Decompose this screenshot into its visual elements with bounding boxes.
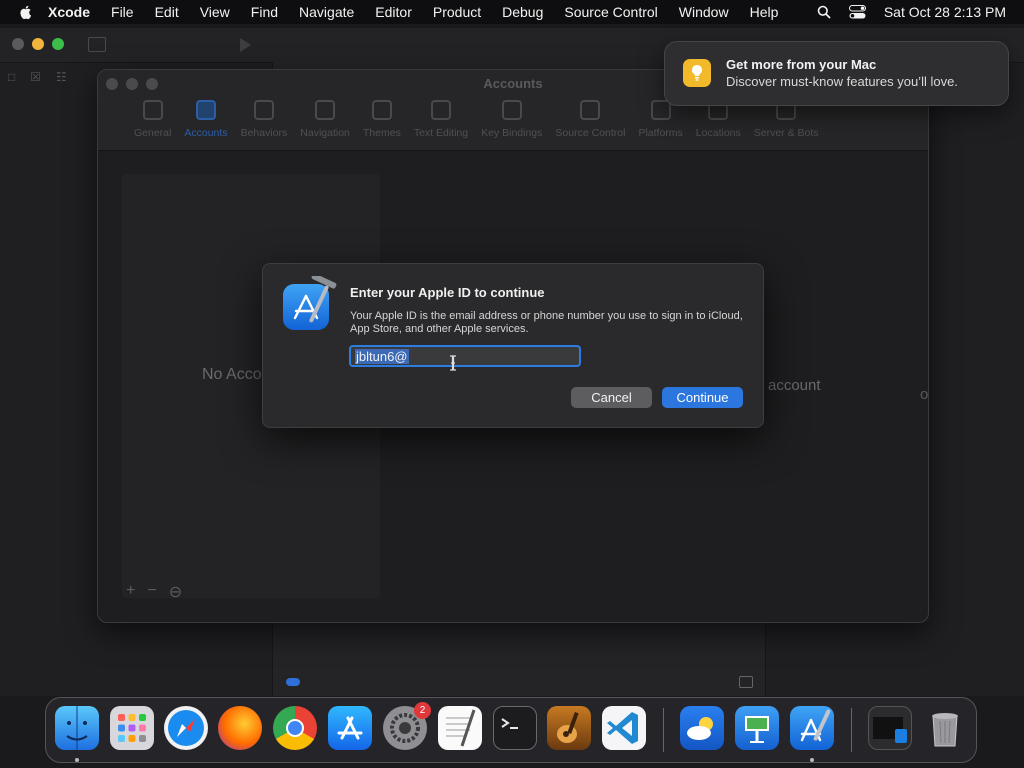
menu-debug[interactable]: Debug	[502, 4, 543, 20]
menu-view[interactable]: View	[200, 4, 230, 20]
tab-key-bindings[interactable]: Key Bindings	[481, 100, 542, 139]
trash-icon[interactable]	[923, 706, 967, 750]
more-options-icon[interactable]: ⊖	[169, 582, 182, 602]
menu-bar: Xcode File Edit View Find Navigate Edito…	[0, 0, 1024, 24]
source-control-icon[interactable]: ☒	[30, 70, 41, 84]
menu-help[interactable]: Help	[750, 4, 779, 20]
finder-running-indicator	[75, 758, 79, 762]
xcode-traffic-lights	[12, 38, 72, 50]
control-center-icon[interactable]	[848, 5, 866, 19]
menu-window[interactable]: Window	[679, 4, 729, 20]
apple-id-input[interactable]: jbltun6@	[349, 345, 581, 367]
launchpad-icon[interactable]	[110, 706, 154, 750]
menu-find[interactable]: Find	[251, 4, 278, 20]
tab-source-control[interactable]: Source Control	[555, 100, 625, 139]
zoom-button[interactable]	[52, 38, 64, 50]
hierarchy-icon[interactable]: ☷	[56, 70, 67, 84]
system-settings-icon[interactable]: 2	[383, 702, 431, 750]
spotlight-search-icon[interactable]	[817, 5, 831, 19]
sidebar-toggle-icon[interactable]	[88, 37, 106, 52]
tab-text-editing[interactable]: Text Editing	[414, 100, 468, 139]
layers-icon	[650, 100, 671, 120]
xcode-dock-icon[interactable]	[790, 706, 834, 750]
xcode-running-indicator	[810, 758, 814, 762]
menu-edit[interactable]: Edit	[155, 4, 179, 20]
keyboard-icon	[501, 100, 522, 120]
lightbulb-icon	[683, 59, 711, 87]
desktop-stack-icon[interactable]	[868, 706, 912, 750]
pencil-icon	[430, 100, 451, 120]
terminal-icon[interactable]	[493, 706, 537, 750]
garageband-icon[interactable]	[547, 706, 591, 750]
menu-file[interactable]: File	[111, 4, 134, 20]
remove-account-icon[interactable]: −	[147, 582, 156, 602]
xcode-app-icon	[283, 276, 337, 330]
notification-title: Get more from your Mac	[726, 57, 877, 72]
add-account-hint-tail: on	[920, 386, 929, 403]
filter-toggle-icon[interactable]	[286, 678, 300, 686]
finder-icon[interactable]	[55, 706, 99, 750]
panel-toggle-icon[interactable]	[739, 676, 753, 688]
notification-body: Discover must-know features you’ll love.	[726, 74, 958, 89]
brush-icon	[371, 100, 392, 120]
menu-source-control[interactable]: Source Control	[564, 4, 657, 20]
textedit-icon[interactable]	[438, 706, 482, 750]
dock-separator-2	[851, 708, 852, 752]
weather-icon[interactable]	[680, 706, 724, 750]
menu-navigate[interactable]: Navigate	[299, 4, 354, 20]
cancel-button[interactable]: Cancel	[571, 387, 652, 408]
gear-icon	[142, 100, 163, 120]
menu-product[interactable]: Product	[433, 4, 481, 20]
app-store-icon[interactable]	[328, 706, 372, 750]
menu-clock[interactable]: Sat Oct 28 2:13 PM	[884, 4, 1006, 20]
text-cursor-icon	[450, 355, 456, 371]
vscode-icon[interactable]	[602, 706, 646, 750]
menu-app-name[interactable]: Xcode	[48, 4, 90, 20]
tab-general[interactable]: General	[134, 100, 171, 139]
chrome-icon[interactable]	[273, 706, 317, 750]
at-sign-icon	[195, 100, 216, 120]
dialog-description: Your Apple ID is the email address or ph…	[350, 310, 743, 335]
continue-button[interactable]: Continue	[662, 387, 743, 408]
notification-badge: 2	[414, 702, 431, 719]
apple-id-value: jbltun6@	[355, 349, 409, 364]
tips-notification[interactable]: Get more from your Mac Discover must-kno…	[664, 41, 1009, 106]
folder-icon[interactable]: □	[8, 70, 15, 84]
navigation-icon	[315, 100, 336, 120]
no-accounts-label: No Acco	[202, 366, 262, 383]
tab-accounts[interactable]: Accounts	[184, 100, 228, 139]
tab-navigation[interactable]: Navigation	[300, 100, 350, 139]
safari-icon[interactable]	[164, 706, 208, 750]
firefox-icon[interactable]	[218, 706, 262, 750]
keynote-icon[interactable]	[735, 706, 779, 750]
add-account-hint: account	[768, 377, 821, 394]
source-control-tab-icon	[580, 100, 601, 120]
close-button[interactable]	[12, 38, 24, 50]
run-icon[interactable]	[240, 38, 251, 52]
dock: 2	[45, 697, 977, 763]
menu-editor[interactable]: Editor	[375, 4, 412, 20]
dock-separator	[663, 708, 664, 752]
dialog-title: Enter your Apple ID to continue	[350, 285, 545, 300]
minimize-button[interactable]	[32, 38, 44, 50]
tab-themes[interactable]: Themes	[363, 100, 401, 139]
navigator-icons: □ ☒ ☷	[8, 70, 82, 84]
apple-id-dialog: Enter your Apple ID to continue Your App…	[262, 263, 764, 428]
tab-behaviors[interactable]: Behaviors	[241, 100, 287, 139]
add-account-icon[interactable]: +	[126, 582, 135, 602]
list-controls: + − ⊖	[126, 582, 194, 602]
apple-menu-icon[interactable]	[18, 4, 34, 20]
behaviors-icon	[253, 100, 274, 120]
